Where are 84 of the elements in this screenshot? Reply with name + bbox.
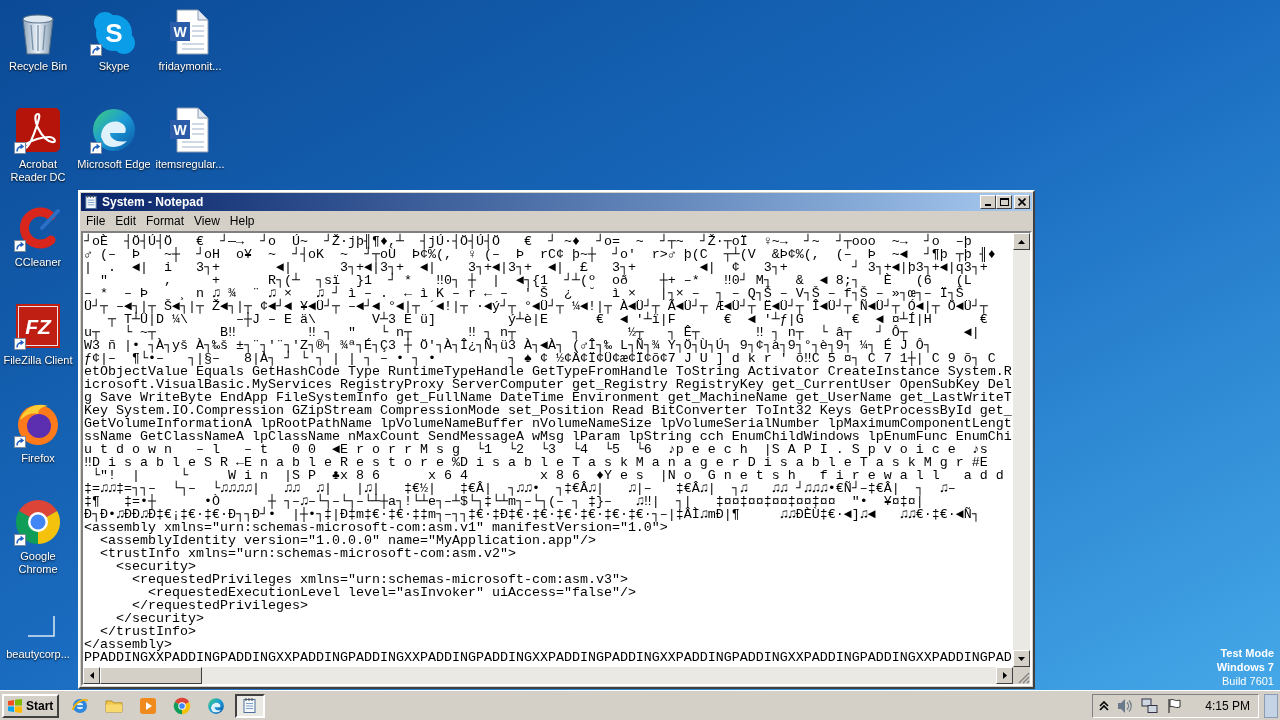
scrollbar-thumb[interactable] xyxy=(100,667,202,684)
maximize-icon xyxy=(999,198,1009,206)
swirl-tile-icon[interactable] xyxy=(14,106,62,154)
text-line: g Save WriteByte EndApp FileSystemInfo get_FullName DateTime Environment get_MachineName get_UserName get_LastWriteT xyxy=(84,391,1013,404)
close-icon xyxy=(1018,198,1026,206)
text-line: – * – Þ ¸ n ♫ ¾ ¨ ♫ × ♫ ┘ ì – . ← ì K – r ← – ' Š ¿ ˘ ì × |┐× – ┐ – Q┐Š – V┐Š – f┐Š – »┐œ┐– Ï┐Š xyxy=(84,287,964,300)
text-line: " , + R┐(┴ ┐sï }1 ┘ * ‼0┐ ┼ | ◄┐{1 ┘┴(º oð ┼+ –* ‼0┘ M┐ & ◄ 8;┐ È (6 (L xyxy=(99,274,972,287)
desktop-icon-label[interactable]: Acrobat Reader DC xyxy=(0,158,76,184)
text-line: | . ◄| i 3┐+ ◄| 3┐+◄|3┐+ ◄| 3┐+◄|3┐+ ◄| £ 3┐+ ◄| ¢ 3┐+ ┘ 3┐+◄|þ3┐+◄|q3┐+ xyxy=(84,261,988,274)
tray-clock[interactable]: 4:15 PM xyxy=(1205,696,1250,715)
network-icon[interactable] xyxy=(1141,696,1160,715)
text-line: Ü┘┬ –◄┐|┬ Š◄┐|┬ Ž◄┐|┬ ¢◄┘◄ ¥◄Ü┘┬ –◄┘◄ °◄|┬ ´◄!|┬ ·◄ý┘┬ °◄Ü┘┬ ¼◄!|┬ À◄Ü┘┬ Ã◄Ü┘┬ Æ◄Ü┘┬ Ë◄Ü┘┬ Î◄Ü┘┬ Ñ◄Ü┘┬ Ó◄|┬ Ö◄Ü┘┬ xyxy=(84,300,989,313)
desktop-icon-label[interactable]: Google Chrome xyxy=(0,550,76,576)
desktop-icon-label[interactable]: FileZilla Client xyxy=(3,354,73,367)
up-arrow-icon xyxy=(1018,239,1025,244)
text-line: <trustInfo xmlns="urn:schemas-microsoft-com:asm.v2"> xyxy=(99,547,516,560)
text-line: <assembly xmlns="urn:schemas-microsoft-com:asm.v1" manifestVersion="1.0"> xyxy=(84,521,668,534)
text-line: PPADDINGXXPADDINGPADDINGXXPADDINGPADDINGXXPADDINGPADDINGXXPADDINGPADDINGXXPADDINGPADDINGXXPADDINGPADDINGXXPADDINGPAD xyxy=(84,651,1013,664)
maximize-button[interactable] xyxy=(996,195,1012,209)
system-notice-text: Build 7601 xyxy=(1222,674,1274,688)
left-arrow-icon xyxy=(89,672,94,679)
desktop-icon-label[interactable]: CCleaner xyxy=(14,256,62,269)
text-line: Key System.IO.Compression GZipStream CompressionMode set_Position Read BitConverter ToInt32 Keys GetProcessById get_ xyxy=(84,404,1013,417)
fz-logo-icon[interactable]: FZ xyxy=(14,302,62,350)
text-line: etObjectValue Equals GetHashCode Type RuntimeTypeHandle GetTypeFromHandle ToString Activator CreateInstance System.R xyxy=(84,365,1013,378)
text-line: icrosoft.VisualBasic.MyServices RegistryProxy ServerComputer get_Registry RegistryKey get_CurrentUser OpenSubKey Del xyxy=(84,378,1013,391)
scroll-right-button[interactable] xyxy=(996,667,1013,684)
menu-item[interactable]: View xyxy=(189,212,225,230)
menu-item[interactable]: Format xyxy=(141,212,190,230)
text-line: <security> xyxy=(115,560,196,573)
minimize-icon xyxy=(985,204,991,206)
system-notice-text: Test Mode xyxy=(1220,646,1274,660)
system-notice-text: Windows 7 xyxy=(1216,660,1274,674)
desktop-icon-label[interactable]: Firefox xyxy=(21,452,55,465)
four-pane-flag-icon xyxy=(7,697,23,714)
close-button[interactable] xyxy=(1014,195,1030,209)
desktop-icon-label[interactable]: itemsregular... xyxy=(155,158,225,171)
text-line: ssName GetClassNameA lpClassName nMaxCount SendMessageA wMsg lParam lpString cch EnumChildWindows lpEnumFunc EnumChi xyxy=(84,430,1013,443)
taskbar-button[interactable] xyxy=(235,693,266,718)
text-line: ♂ (– Þ ~┼ ┘oH o¥ ~ ┘┤oK ~ ┘┬oÙ Þ¢%(, ♀ (– Þ rC¢ þ~┼ ┘o' r>♂ þ(C ┬┴(V &Þ¢%(, (– Þ ~◄ ┘¶þ ┬þ ╢♦ xyxy=(84,248,997,261)
text-line: ‼D i s a b l e S R ←E n a b l e R e s t o r e %D i s a b l e T a s k M a n a g e r D i s a b l e T a s k M g r #E xyxy=(84,456,989,469)
text-line: └"! | └ W i n |S P ♣x 8 6 x 6 4 x 8 6 ♦Y e s |N o G n e t s h f i r e w a l l a d d xyxy=(92,469,1005,482)
text-line: ƒ¢|– ¶└•– ┐|§– 8|À┐ ┘ └ ┐ | | ┐ – • ┐ • ┐ ♠ ¢ ½¢Ä¢Ï¢Ü¢æ¢Ï¢õ¢7 J U ] d k r ' õ‼C 5 ¤┐ C 7 1┼| C 9 õ┐ C xyxy=(84,352,997,365)
desktop-icon-label[interactable]: beautycorp... xyxy=(6,648,70,661)
desktop-icon-label[interactable]: Recycle Bin xyxy=(8,60,68,73)
double-chevron-up-icon[interactable] xyxy=(1099,700,1110,711)
scroll-down-button[interactable] xyxy=(1013,650,1030,667)
wave-logo-icon[interactable] xyxy=(207,696,226,715)
ring-globe-icon[interactable] xyxy=(71,696,90,715)
start-button[interactable]: Start xyxy=(2,693,60,718)
text-line: u t d o w n – l – t 0 0 ◄E r o r r M s g └1 └2 └3 └4 └5 └6 ♪p e e c h |S A P I . S p v o i c e ♪s xyxy=(84,443,989,456)
wave-logo-icon[interactable] xyxy=(90,106,138,154)
scroll-up-button[interactable] xyxy=(1013,233,1030,250)
segmented-circle-icon[interactable] xyxy=(173,696,192,715)
text-line: </trustInfo> xyxy=(99,625,196,638)
text-line: ‡=♫♫‡=┐┐– └┐– └♫♫♫♫| ♫♫ ♫| |♫| ‡€½| ‡€Â| ┐♫♫• ┐‡€Â♫| ♫|– ‡€Â♫| ┐♫ ♫♫ ┘♫♫♫•€Ñ┘–‡€Â| ┐ ♫– xyxy=(84,482,957,495)
notepad-icon xyxy=(83,194,99,210)
text-line: u┬ └ ~┬ B‼ ‼ ┐ " └ n┬ ‼ ┐ n┬ ┐ ½┬ ┐ Ê┬ ‼ ┐ n┬ └ â┬ ┘ Ô┬ ◄| xyxy=(84,326,981,339)
text-line: ┬ T┴Ü|D ¼\ –┼J – E ä\ V┴3 E ü] ý┴è|E € ◄ '┴ï|F € ◄ '┴ƒ|G € ◄ ¤┴Í|H € xyxy=(108,313,989,326)
right-arrow-icon xyxy=(1002,672,1007,679)
text-line: W3 ñ |• ┐À┐yš À┐‰š ±┐¨┐'¨┐'Z┐®┐ ¾ª┐É┐Ç3 ┼ Ö'┐À┐Î¿┐Ñ┐ü3 À┐◄À┐ (♂Î┐‰ L┐Ñ┐¾ Y┐Ö┐Ù┐Ú┐ 9┐¢┐à┐9┐°┐è┐9┐ ¼┐ É J Ô┐ xyxy=(84,339,933,352)
desktop-icon-label[interactable]: fridaymonit... xyxy=(158,60,222,73)
resize-grip-icon[interactable] xyxy=(1017,671,1030,684)
text-line: </requestedPrivileges> xyxy=(132,599,308,612)
menu-item[interactable]: File xyxy=(81,212,111,230)
menu-item[interactable]: Edit xyxy=(110,212,142,230)
scroll-left-button[interactable] xyxy=(83,667,100,684)
text-line: </assembly> xyxy=(84,638,172,651)
text-line: <assemblyIdentity version="1.0.0.0" name="MyApplication.app"/> xyxy=(100,534,597,547)
text-line: Ð┐Ð•♫ÐÐ♫Ð‡€¡‡€·‡€·Ð┐┐Ð┘• |┼•┐‡|Ð‡m‡€·‡€·‡‡m┐–┐┐‡€·‡Ð‡€·‡€·‡€·‡€·‡€·‡€·┐–|‡ÂÌ♫mÐ|¶ ♫♫ÐÈÙ‡€·◄]♫◄ ♫♫€·‡€·◄Ñ┐ xyxy=(84,508,981,521)
text-line: ‡¶ ‡=•┼ •Ò ┼ ┐–♫–└┐–└┐–└┴┼a┐!└┴e┐–┴$└┐‡└┴m┐–└┐(– ┐ ‡}– ♫‼| ┐| ‡¤¤‡¤¤‡¤¤‡¤¤‡¤¤ "• ¥¤‡¤| xyxy=(84,495,924,508)
desktop-icon-label[interactable]: Skype xyxy=(98,60,130,73)
text-line: <requestedExecutionLevel level="asInvoker" uiAccess="false"/> xyxy=(148,586,637,599)
segmented-circle-icon[interactable] xyxy=(14,498,62,546)
desktop-icon-label[interactable]: Microsoft Edge xyxy=(77,158,151,171)
text-line: </security> xyxy=(116,612,204,625)
down-arrow-icon xyxy=(1018,656,1025,661)
menu-item[interactable]: Help xyxy=(224,212,260,230)
window-title: System - Notepad xyxy=(102,194,204,210)
text-line: GetVolumeInformationA lpRootPathName lpVolumeNameBuffer nVolumeNameSize lpVolumeSerialNumber lpMaximumComponentLengt xyxy=(84,417,1013,430)
text-line: ┘oÈ ┤Ö┤Ú┤Ö € ┘—→ ┘o Ú~ ┘Ž·jþ╢¶♦,┴ ┤jÚ·┤Ö┤Ú┤Ö € ┘ ~♦ ┘o= ~ ┘┬~ ┘Ž·┬oÏ ♀~→ ┘~ ┘┬ooo ~→ ┘o –þ xyxy=(84,235,973,248)
text-editor-field[interactable] xyxy=(83,233,1013,667)
minimize-button[interactable] xyxy=(980,195,996,209)
text-line: <requestedPrivileges xmlns="urn:schemas-microsoft-com:asm.v3"> xyxy=(132,573,629,586)
